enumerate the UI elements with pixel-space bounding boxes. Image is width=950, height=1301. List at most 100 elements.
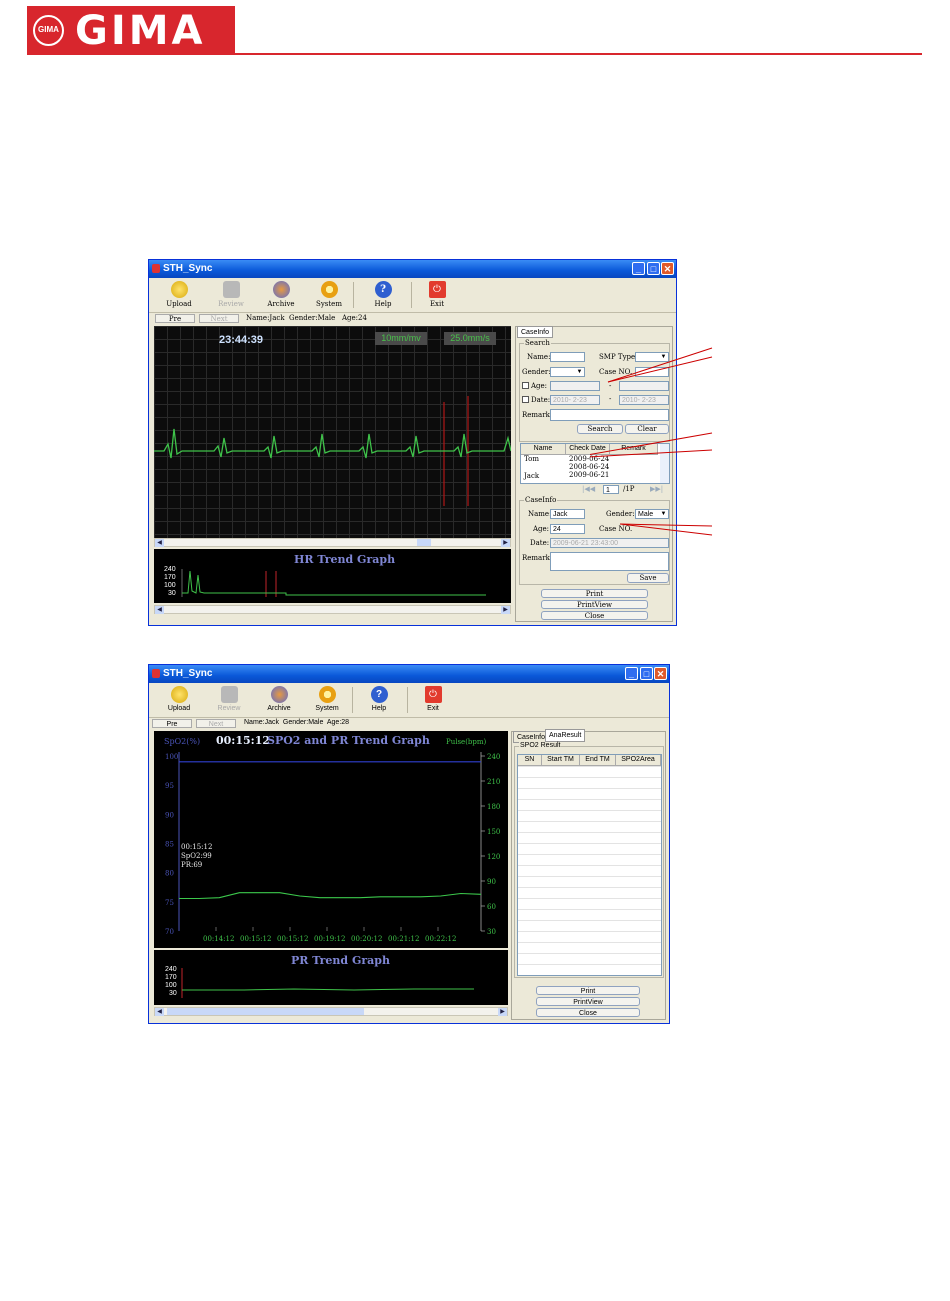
case-age-input[interactable]: 24 bbox=[550, 524, 585, 534]
maximize-button[interactable]: □ bbox=[640, 667, 653, 680]
maximize-button[interactable]: □ bbox=[647, 262, 660, 275]
age-label: Age: bbox=[531, 382, 548, 390]
y-left-tick-label: 80 bbox=[165, 870, 174, 878]
spo2-result-group: SPO2 Result SN Start TM End TM SPO2Area bbox=[514, 742, 664, 978]
column-header-sn[interactable]: SN bbox=[518, 755, 542, 766]
scroll-right-icon[interactable]: ▶ bbox=[501, 606, 510, 614]
close-button[interactable]: Close bbox=[536, 1008, 640, 1017]
save-button[interactable]: Save bbox=[627, 573, 669, 583]
pr-series-line bbox=[179, 892, 482, 900]
minimize-button[interactable]: _ bbox=[625, 667, 638, 680]
chart-title: SPO2 and PR Trend Graph bbox=[267, 734, 430, 747]
patient-gender: Gender:Male bbox=[289, 314, 336, 322]
print-button[interactable]: Print bbox=[536, 986, 640, 995]
age-checkbox[interactable] bbox=[522, 382, 529, 389]
x-tick-label: 00:21:12 bbox=[388, 935, 419, 943]
column-header-name[interactable]: Name bbox=[521, 444, 566, 455]
tab-anaresult[interactable]: AnaResult bbox=[545, 729, 586, 742]
upload-button[interactable]: Upload bbox=[157, 281, 201, 308]
pr-horizontal-scrollbar[interactable]: ◀ ▶ bbox=[154, 1007, 508, 1016]
title-bar[interactable]: STH_Sync _ □ ✕ bbox=[149, 260, 676, 278]
cursor-readout: PR:69 bbox=[181, 861, 202, 869]
x-tick-label: 00:20:12 bbox=[351, 935, 382, 943]
case-name-input[interactable]: Jack bbox=[550, 509, 585, 519]
age-label: Age: bbox=[533, 525, 550, 533]
y-right-tick-label: 30 bbox=[487, 928, 496, 936]
archive-button[interactable]: Archive bbox=[259, 281, 303, 308]
search-gender-select[interactable]: ▼ bbox=[550, 367, 585, 377]
y-left-tick-label: 85 bbox=[165, 841, 174, 849]
system-button[interactable]: System bbox=[307, 281, 351, 308]
prev-button[interactable]: Pre bbox=[152, 719, 192, 728]
chart-time: 00:15:12 bbox=[216, 734, 270, 747]
y-axis-left-label: SpO2(%) bbox=[164, 737, 200, 746]
column-header-spo2area[interactable]: SPO2Area bbox=[616, 755, 661, 766]
toolbar-separator bbox=[411, 282, 412, 308]
scroll-thumb[interactable] bbox=[167, 1008, 364, 1015]
column-header-end-tm[interactable]: End TM bbox=[580, 755, 616, 766]
search-name-input[interactable] bbox=[550, 352, 585, 362]
pr-trend-graph[interactable]: PR Trend Graph 240 170 100 30 bbox=[154, 950, 508, 1005]
scroll-right-icon[interactable]: ▶ bbox=[501, 539, 510, 547]
exit-button[interactable]: ⏻ Exit bbox=[411, 686, 455, 712]
next-button[interactable]: Next bbox=[199, 314, 239, 323]
close-button[interactable]: Close bbox=[541, 611, 648, 620]
search-group-label: Search bbox=[524, 339, 551, 347]
column-header-start-tm[interactable]: Start TM bbox=[542, 755, 580, 766]
y-left-tick-label: 100 bbox=[165, 753, 178, 761]
help-icon: ? bbox=[374, 281, 392, 298]
help-button[interactable]: ? Help bbox=[357, 686, 401, 712]
list-cell-name[interactable]: Tom bbox=[524, 455, 539, 463]
power-icon: ⏻ bbox=[428, 281, 446, 298]
printview-button[interactable]: PrintView bbox=[541, 600, 648, 609]
spo2-pr-trend-graph[interactable]: SpO2(%) 00:15:12 SPO2 and PR Trend Graph Pu… bbox=[154, 731, 508, 948]
date-checkbox[interactable] bbox=[522, 396, 529, 403]
header-rule bbox=[27, 53, 922, 55]
scroll-left-icon[interactable]: ◀ bbox=[155, 539, 164, 547]
cursor-readout: 00:15:12 bbox=[181, 843, 212, 851]
close-window-button[interactable]: ✕ bbox=[661, 262, 674, 275]
gear-icon bbox=[318, 686, 336, 703]
window-title: STH_Sync bbox=[163, 668, 213, 679]
exit-button[interactable]: ⏻ Exit bbox=[415, 281, 459, 308]
help-button[interactable]: ? Help bbox=[361, 281, 405, 308]
dropdown-arrow-icon: ▼ bbox=[576, 369, 583, 375]
gear-icon bbox=[320, 281, 338, 298]
scroll-right-icon[interactable]: ▶ bbox=[498, 1008, 507, 1016]
logo-wordmark: GIMA bbox=[75, 8, 206, 54]
print-button[interactable]: Print bbox=[541, 589, 648, 598]
x-tick-label: 00:14:12 bbox=[203, 935, 234, 943]
y-left-tick-label: 70 bbox=[165, 928, 174, 936]
scroll-left-icon[interactable]: ◀ bbox=[155, 1008, 164, 1016]
scroll-thumb[interactable] bbox=[417, 539, 431, 546]
y-right-tick-label: 210 bbox=[487, 778, 500, 786]
scroll-left-icon[interactable]: ◀ bbox=[155, 606, 164, 614]
anaresult-panel: CaseInfo AnaResult SPO2 Result SN Start … bbox=[511, 729, 666, 1020]
patient-info: Name:Jack Gender:Male Age:28 bbox=[244, 719, 350, 726]
ecg-horizontal-scrollbar[interactable]: ◀ ▶ bbox=[154, 538, 511, 547]
ecg-trace bbox=[154, 396, 511, 506]
case-remark-input[interactable] bbox=[550, 552, 669, 571]
tab-caseinfo[interactable]: CaseInfo bbox=[517, 326, 554, 338]
x-tick-label: 00:22:12 bbox=[425, 935, 456, 943]
printview-button[interactable]: PrintView bbox=[536, 997, 640, 1006]
next-button[interactable]: Next bbox=[196, 719, 236, 728]
system-button[interactable]: System bbox=[305, 686, 349, 712]
y-right-tick-label: 120 bbox=[487, 853, 500, 861]
hr-horizontal-scrollbar[interactable]: ◀ ▶ bbox=[154, 605, 511, 614]
app-icon bbox=[152, 264, 160, 273]
list-cell-name[interactable]: Jack bbox=[524, 472, 539, 480]
hr-trend-graph[interactable]: HR Trend Graph 240 170 100 30 bbox=[154, 549, 511, 603]
prev-button[interactable]: Pre bbox=[155, 314, 195, 323]
upload-button[interactable]: Upload bbox=[157, 686, 201, 712]
minimize-button[interactable]: _ bbox=[632, 262, 645, 275]
spo2-result-table[interactable]: SN Start TM End TM SPO2Area bbox=[517, 754, 662, 976]
review-button[interactable]: Review bbox=[207, 686, 251, 712]
title-bar[interactable]: STH_Sync _ □ ✕ bbox=[149, 665, 669, 683]
x-tick-label: 00:15:12 bbox=[277, 935, 308, 943]
archive-button[interactable]: Archive bbox=[257, 686, 301, 712]
close-window-button[interactable]: ✕ bbox=[654, 667, 667, 680]
archive-icon bbox=[270, 686, 288, 703]
ecg-waveform-view[interactable]: 23:44:39 10mm/mv 25.0mm/s bbox=[154, 326, 511, 538]
review-button[interactable]: Review bbox=[209, 281, 253, 308]
